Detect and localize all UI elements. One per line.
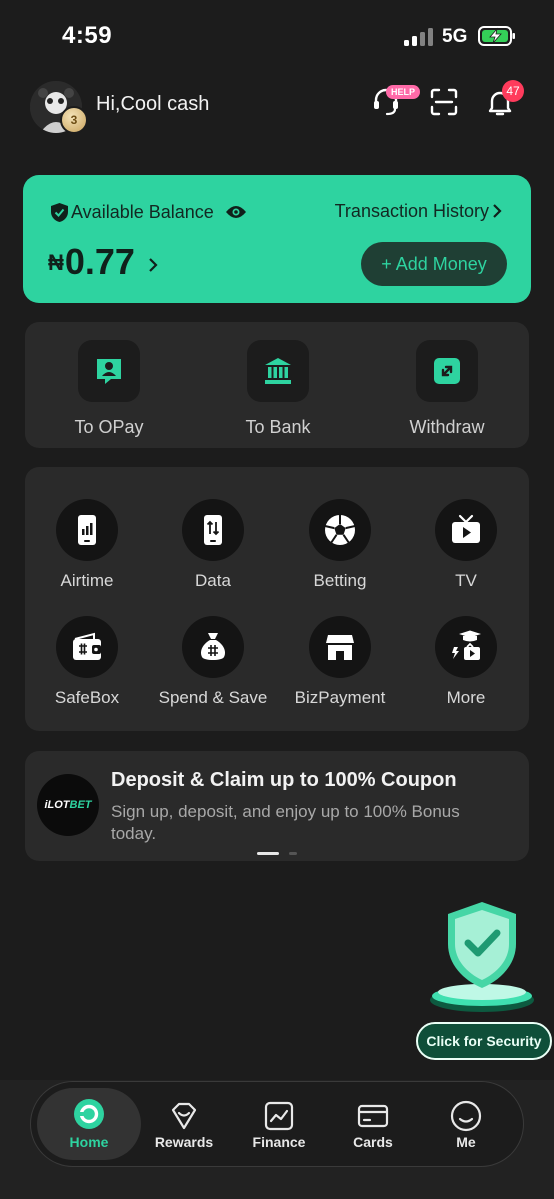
carousel-dot-active bbox=[257, 852, 279, 855]
tab-rewards[interactable]: Rewards bbox=[139, 1082, 229, 1166]
tv-icon bbox=[435, 499, 497, 561]
tab-label: Finance bbox=[252, 1134, 306, 1150]
service-label: SafeBox bbox=[54, 688, 120, 707]
logo-text-a: iLOT bbox=[44, 799, 70, 811]
security-shield-icon bbox=[430, 902, 534, 1012]
withdraw-arrows-icon bbox=[416, 340, 478, 402]
promo-title: Deposit & Claim up to 100% Coupon bbox=[111, 769, 457, 791]
security-widget[interactable]: Click for Security bbox=[416, 896, 552, 1064]
scan-icon[interactable] bbox=[428, 86, 460, 118]
withdraw-button[interactable]: Withdraw bbox=[387, 340, 507, 438]
signal-icon bbox=[404, 28, 434, 46]
tab-finance[interactable]: Finance bbox=[234, 1082, 324, 1166]
carousel-dots bbox=[257, 852, 298, 870]
transfer-label: To OPay bbox=[74, 417, 144, 437]
more-button[interactable]: More bbox=[403, 616, 529, 708]
promo-banner[interactable]: iLOTBET Deposit & Claim up to 100% Coupo… bbox=[25, 751, 529, 861]
card-icon bbox=[357, 1104, 389, 1128]
service-label: Betting bbox=[313, 571, 367, 590]
amount-value: 0.77 bbox=[64, 241, 135, 282]
phone-data-icon bbox=[182, 499, 244, 561]
tv-button[interactable]: TV bbox=[403, 499, 529, 591]
safebox-button[interactable]: SafeBox bbox=[24, 616, 150, 708]
transaction-history-link[interactable]: Transaction History bbox=[335, 201, 489, 222]
balance-amount[interactable]: ₦0.77 bbox=[48, 241, 135, 283]
transfer-label: Withdraw bbox=[409, 417, 485, 437]
tab-label: Home bbox=[69, 1134, 109, 1150]
data-button[interactable]: Data bbox=[150, 499, 276, 591]
tab-label: Me bbox=[456, 1134, 476, 1150]
to-bank-button[interactable]: To Bank bbox=[218, 340, 338, 438]
bank-icon bbox=[247, 340, 309, 402]
transfer-label: To Bank bbox=[245, 417, 311, 437]
rewards-icon bbox=[171, 1102, 197, 1130]
chevron-right-icon bbox=[149, 258, 158, 272]
airtime-button[interactable]: Airtime bbox=[24, 499, 150, 591]
storefront-icon bbox=[309, 616, 371, 678]
status-bar: 4:59 5G bbox=[0, 0, 554, 72]
shield-icon bbox=[51, 203, 68, 222]
header: 3 Hi,Cool cash HELP 47 bbox=[0, 78, 554, 134]
service-label: Spend & Save bbox=[158, 688, 268, 707]
tab-label: Cards bbox=[353, 1134, 393, 1150]
betting-button[interactable]: Betting bbox=[277, 499, 403, 591]
phone-signal-icon bbox=[56, 499, 118, 561]
tab-home[interactable]: Home bbox=[37, 1088, 141, 1160]
notification-badge: 47 bbox=[502, 80, 524, 102]
help-tag: HELP bbox=[386, 85, 421, 99]
transfer-panel: To OPay To Bank Withdraw bbox=[25, 322, 529, 448]
finance-chart-icon bbox=[264, 1101, 294, 1131]
battery-charging-icon bbox=[478, 26, 515, 46]
to-opay-button[interactable]: To OPay bbox=[49, 340, 169, 438]
network-type: 5G bbox=[442, 26, 468, 47]
greeting-text: Hi,Cool cash bbox=[96, 93, 210, 115]
logo-text-b: BET bbox=[69, 799, 92, 811]
status-time: 4:59 bbox=[62, 22, 113, 49]
soccer-ball-icon bbox=[309, 499, 371, 561]
service-label: BizPayment bbox=[294, 688, 386, 707]
click-for-security-button[interactable]: Click for Security bbox=[416, 1022, 552, 1060]
chevron-right-icon bbox=[493, 204, 502, 218]
services-panel: Airtime Data Betting TV SafeBox Spend & … bbox=[25, 467, 529, 731]
tab-cards[interactable]: Cards bbox=[328, 1082, 418, 1166]
balance-label: Available Balance bbox=[71, 202, 214, 222]
service-label: Data bbox=[195, 571, 231, 590]
wallet-icon bbox=[56, 616, 118, 678]
eye-icon[interactable] bbox=[225, 204, 247, 220]
service-label: TV bbox=[455, 571, 477, 590]
carousel-dot bbox=[289, 852, 298, 855]
service-label: Airtime bbox=[60, 571, 114, 590]
tab-label: Rewards bbox=[154, 1134, 214, 1150]
add-money-button[interactable]: + Add Money bbox=[361, 242, 507, 286]
ilotbet-logo: iLOTBET bbox=[37, 774, 99, 836]
tab-me[interactable]: Me bbox=[421, 1082, 511, 1166]
promo-text: Sign up, deposit, and enjoy up to 100% B… bbox=[111, 802, 460, 843]
profile-icon bbox=[450, 1100, 482, 1132]
spend-and-save-button[interactable]: Spend & Save bbox=[150, 616, 276, 708]
more-grid-icon bbox=[435, 616, 497, 678]
balance-card: Available Balance Transaction History ₦0… bbox=[23, 175, 531, 303]
level-badge: 3 bbox=[60, 106, 88, 134]
service-label: More bbox=[446, 688, 486, 707]
currency-symbol: ₦ bbox=[48, 250, 64, 275]
bottom-tab-bar: Home Rewards Finance Cards Me bbox=[30, 1081, 524, 1167]
money-bag-icon bbox=[182, 616, 244, 678]
home-icon bbox=[74, 1099, 104, 1129]
person-chat-icon bbox=[78, 340, 140, 402]
bizpayment-button[interactable]: BizPayment bbox=[277, 616, 403, 708]
